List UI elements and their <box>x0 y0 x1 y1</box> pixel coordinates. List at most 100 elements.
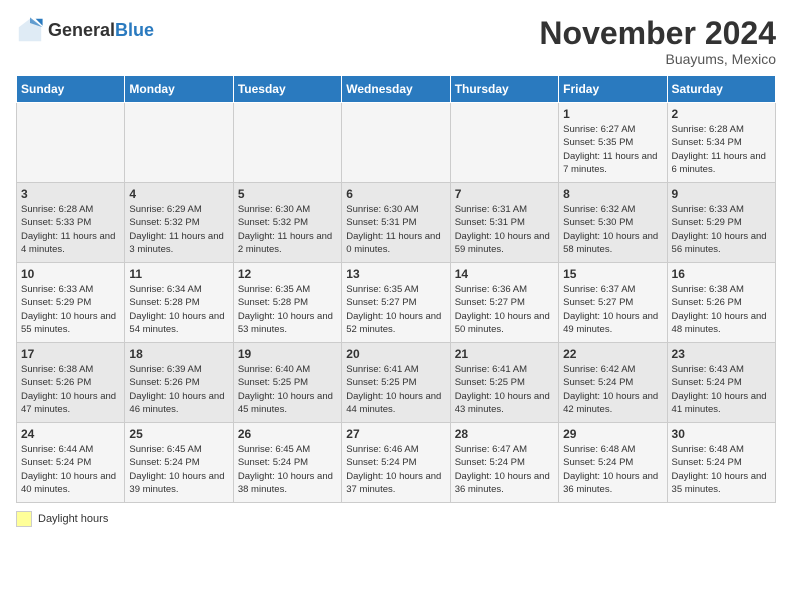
title-block: November 2024 Buayums, Mexico <box>539 16 776 67</box>
legend-row: Daylight hours <box>16 511 776 527</box>
weekday-header-wednesday: Wednesday <box>342 76 450 103</box>
weekday-header-row: SundayMondayTuesdayWednesdayThursdayFrid… <box>17 76 776 103</box>
day-number: 26 <box>238 427 337 441</box>
day-info: Sunrise: 6:28 AM Sunset: 5:33 PM Dayligh… <box>21 203 120 256</box>
calendar-cell: 18 Sunrise: 6:39 AM Sunset: 5:26 PM Dayli… <box>125 343 233 423</box>
weekday-header-thursday: Thursday <box>450 76 558 103</box>
day-info: Sunrise: 6:39 AM Sunset: 5:26 PM Dayligh… <box>129 363 228 416</box>
weekday-header-sunday: Sunday <box>17 76 125 103</box>
day-number: 16 <box>672 267 771 281</box>
calendar-cell: 3 Sunrise: 6:28 AM Sunset: 5:33 PM Daylig… <box>17 183 125 263</box>
calendar-cell: 14 Sunrise: 6:36 AM Sunset: 5:27 PM Dayli… <box>450 263 558 343</box>
day-info: Sunrise: 6:41 AM Sunset: 5:25 PM Dayligh… <box>455 363 554 416</box>
day-info: Sunrise: 6:42 AM Sunset: 5:24 PM Dayligh… <box>563 363 662 416</box>
day-info: Sunrise: 6:46 AM Sunset: 5:24 PM Dayligh… <box>346 443 445 496</box>
day-info: Sunrise: 6:33 AM Sunset: 5:29 PM Dayligh… <box>672 203 771 256</box>
day-number: 22 <box>563 347 662 361</box>
day-info: Sunrise: 6:33 AM Sunset: 5:29 PM Dayligh… <box>21 283 120 336</box>
day-number: 2 <box>672 107 771 121</box>
calendar-cell: 6Sunrise: 6:30 AM Sunset: 5:31 PM Daylig… <box>342 183 450 263</box>
day-info: Sunrise: 6:45 AM Sunset: 5:24 PM Dayligh… <box>238 443 337 496</box>
day-number: 29 <box>563 427 662 441</box>
calendar-week-row: 24Sunrise: 6:44 AM Sunset: 5:24 PM Dayli… <box>17 423 776 503</box>
day-number: 20 <box>346 347 445 361</box>
calendar-cell: 28 Sunrise: 6:47 AM Sunset: 5:24 PM Dayli… <box>450 423 558 503</box>
day-info: Sunrise: 6:27 AM Sunset: 5:35 PM Dayligh… <box>563 123 662 176</box>
logo-blue: Blue <box>115 21 154 39</box>
day-number: 4 <box>129 187 228 201</box>
day-info: Sunrise: 6:30 AM Sunset: 5:31 PM Dayligh… <box>346 203 445 256</box>
legend-box <box>16 511 32 527</box>
day-number: 23 <box>672 347 771 361</box>
calendar-week-row: 3 Sunrise: 6:28 AM Sunset: 5:33 PM Daylig… <box>17 183 776 263</box>
general-blue-logo-icon <box>16 16 44 44</box>
calendar-cell: 27 Sunrise: 6:46 AM Sunset: 5:24 PM Dayli… <box>342 423 450 503</box>
day-number: 1 <box>563 107 662 121</box>
day-number: 5 <box>238 187 337 201</box>
calendar-cell: 20 Sunrise: 6:41 AM Sunset: 5:25 PM Dayli… <box>342 343 450 423</box>
calendar-cell: 16 Sunrise: 6:38 AM Sunset: 5:26 PM Dayli… <box>667 263 775 343</box>
day-number: 14 <box>455 267 554 281</box>
calendar-cell: 13 Sunrise: 6:35 AM Sunset: 5:27 PM Dayli… <box>342 263 450 343</box>
day-info: Sunrise: 6:38 AM Sunset: 5:26 PM Dayligh… <box>21 363 120 416</box>
weekday-header-monday: Monday <box>125 76 233 103</box>
calendar-cell: 8 Sunrise: 6:32 AM Sunset: 5:30 PM Daylig… <box>559 183 667 263</box>
day-info: Sunrise: 6:45 AM Sunset: 5:24 PM Dayligh… <box>129 443 228 496</box>
day-number: 12 <box>238 267 337 281</box>
day-info: Sunrise: 6:29 AM Sunset: 5:32 PM Dayligh… <box>129 203 228 256</box>
calendar-cell: 9 Sunrise: 6:33 AM Sunset: 5:29 PM Daylig… <box>667 183 775 263</box>
logo-general: General <box>48 21 115 39</box>
calendar-cell <box>17 103 125 183</box>
day-info: Sunrise: 6:40 AM Sunset: 5:25 PM Dayligh… <box>238 363 337 416</box>
calendar-cell: 22 Sunrise: 6:42 AM Sunset: 5:24 PM Dayli… <box>559 343 667 423</box>
day-number: 25 <box>129 427 228 441</box>
day-number: 18 <box>129 347 228 361</box>
location-title: Buayums, Mexico <box>539 51 776 67</box>
day-number: 28 <box>455 427 554 441</box>
day-info: Sunrise: 6:31 AM Sunset: 5:31 PM Dayligh… <box>455 203 554 256</box>
page-header: General Blue November 2024 Buayums, Mexi… <box>16 16 776 67</box>
calendar-cell: 21Sunrise: 6:41 AM Sunset: 5:25 PM Dayli… <box>450 343 558 423</box>
day-info: Sunrise: 6:34 AM Sunset: 5:28 PM Dayligh… <box>129 283 228 336</box>
calendar-cell: 2 Sunrise: 6:28 AM Sunset: 5:34 PM Daylig… <box>667 103 775 183</box>
calendar-cell <box>450 103 558 183</box>
day-info: Sunrise: 6:43 AM Sunset: 5:24 PM Dayligh… <box>672 363 771 416</box>
calendar-cell: 1 Sunrise: 6:27 AM Sunset: 5:35 PM Daylig… <box>559 103 667 183</box>
day-info: Sunrise: 6:37 AM Sunset: 5:27 PM Dayligh… <box>563 283 662 336</box>
calendar-cell: 26 Sunrise: 6:45 AM Sunset: 5:24 PM Dayli… <box>233 423 341 503</box>
calendar-cell: 12 Sunrise: 6:35 AM Sunset: 5:28 PM Dayli… <box>233 263 341 343</box>
calendar-cell: 19Sunrise: 6:40 AM Sunset: 5:25 PM Dayli… <box>233 343 341 423</box>
month-year-title: November 2024 <box>539 16 776 51</box>
weekday-header-friday: Friday <box>559 76 667 103</box>
day-info: Sunrise: 6:30 AM Sunset: 5:32 PM Dayligh… <box>238 203 337 256</box>
day-info: Sunrise: 6:38 AM Sunset: 5:26 PM Dayligh… <box>672 283 771 336</box>
day-info: Sunrise: 6:47 AM Sunset: 5:24 PM Dayligh… <box>455 443 554 496</box>
calendar-cell: 5 Sunrise: 6:30 AM Sunset: 5:32 PM Daylig… <box>233 183 341 263</box>
calendar-cell <box>125 103 233 183</box>
day-info: Sunrise: 6:32 AM Sunset: 5:30 PM Dayligh… <box>563 203 662 256</box>
weekday-header-saturday: Saturday <box>667 76 775 103</box>
day-info: Sunrise: 6:48 AM Sunset: 5:24 PM Dayligh… <box>672 443 771 496</box>
calendar-cell: 11 Sunrise: 6:34 AM Sunset: 5:28 PM Dayli… <box>125 263 233 343</box>
calendar-cell: 17Sunrise: 6:38 AM Sunset: 5:26 PM Dayli… <box>17 343 125 423</box>
calendar-week-row: 17Sunrise: 6:38 AM Sunset: 5:26 PM Dayli… <box>17 343 776 423</box>
day-info: Sunrise: 6:44 AM Sunset: 5:24 PM Dayligh… <box>21 443 120 496</box>
calendar-cell: 4 Sunrise: 6:29 AM Sunset: 5:32 PM Daylig… <box>125 183 233 263</box>
day-info: Sunrise: 6:28 AM Sunset: 5:34 PM Dayligh… <box>672 123 771 176</box>
day-number: 10 <box>21 267 120 281</box>
legend-label: Daylight hours <box>38 513 108 525</box>
day-number: 11 <box>129 267 228 281</box>
calendar-cell: 24Sunrise: 6:44 AM Sunset: 5:24 PM Dayli… <box>17 423 125 503</box>
day-info: Sunrise: 6:41 AM Sunset: 5:25 PM Dayligh… <box>346 363 445 416</box>
day-info: Sunrise: 6:36 AM Sunset: 5:27 PM Dayligh… <box>455 283 554 336</box>
calendar-cell: 30Sunrise: 6:48 AM Sunset: 5:24 PM Dayli… <box>667 423 775 503</box>
day-number: 9 <box>672 187 771 201</box>
day-info: Sunrise: 6:35 AM Sunset: 5:28 PM Dayligh… <box>238 283 337 336</box>
weekday-header-tuesday: Tuesday <box>233 76 341 103</box>
day-number: 8 <box>563 187 662 201</box>
day-number: 27 <box>346 427 445 441</box>
day-info: Sunrise: 6:35 AM Sunset: 5:27 PM Dayligh… <box>346 283 445 336</box>
day-number: 13 <box>346 267 445 281</box>
day-number: 3 <box>21 187 120 201</box>
day-number: 15 <box>563 267 662 281</box>
